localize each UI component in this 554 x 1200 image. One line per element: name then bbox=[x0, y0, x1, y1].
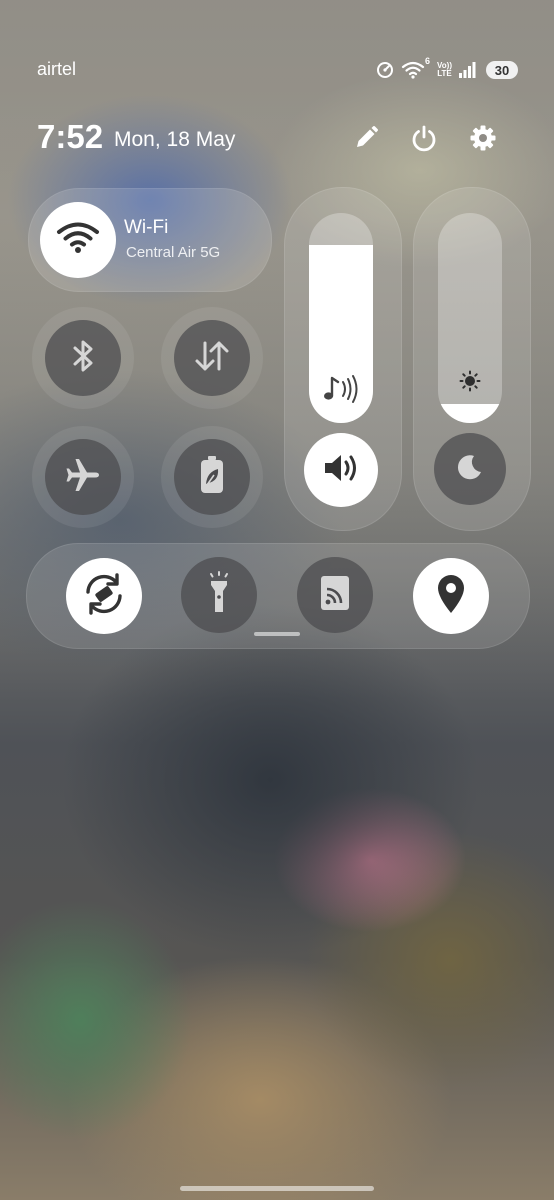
volte-icon: Vo)) LTE bbox=[437, 62, 452, 78]
battery-saver-toggle[interactable] bbox=[174, 439, 250, 515]
mobile-data-toggle[interactable] bbox=[174, 320, 250, 396]
status-bar: airtel 6 Vo)) LTE 30 bbox=[0, 56, 554, 86]
data-saver-icon bbox=[375, 60, 395, 80]
location-icon bbox=[435, 573, 467, 620]
moon-icon bbox=[454, 451, 486, 488]
brightness-slider-fill bbox=[438, 404, 502, 423]
airplane-icon bbox=[63, 455, 103, 500]
brightness-icon bbox=[459, 370, 481, 397]
wifi-icon bbox=[56, 221, 100, 260]
bluetooth-toggle[interactable] bbox=[45, 320, 121, 396]
cast-icon bbox=[318, 574, 352, 617]
panel-drag-handle[interactable] bbox=[254, 632, 300, 636]
clock-time: 7:52 bbox=[37, 118, 104, 155]
dark-mode-toggle[interactable] bbox=[434, 433, 506, 505]
battery-saver-icon bbox=[197, 454, 227, 501]
volume-slider[interactable] bbox=[309, 213, 373, 423]
flashlight-toggle[interactable] bbox=[181, 557, 257, 633]
brightness-slider[interactable] bbox=[438, 213, 502, 423]
home-indicator[interactable] bbox=[180, 1186, 374, 1191]
settings-icon[interactable] bbox=[467, 122, 499, 154]
airplane-mode-toggle[interactable] bbox=[45, 439, 121, 515]
speaker-icon bbox=[321, 451, 361, 490]
wifi-network-name: Central Air 5G bbox=[126, 244, 221, 261]
volte-bottom-label: LTE bbox=[437, 69, 452, 78]
mobile-data-icon bbox=[192, 338, 232, 379]
wifi-toggle[interactable] bbox=[40, 202, 116, 278]
flashlight-icon bbox=[204, 570, 234, 621]
signal-icon bbox=[458, 61, 476, 79]
edit-icon[interactable] bbox=[350, 122, 382, 154]
wifi-label: Wi-Fi bbox=[124, 217, 169, 238]
sound-toggle[interactable] bbox=[304, 433, 378, 507]
battery-icon: 30 bbox=[486, 61, 518, 79]
wifi-icon: 6 bbox=[401, 56, 430, 80]
auto-rotate-icon bbox=[80, 570, 128, 623]
power-icon[interactable] bbox=[408, 122, 440, 154]
location-toggle[interactable] bbox=[413, 558, 489, 634]
auto-rotate-toggle[interactable] bbox=[66, 558, 142, 634]
music-volume-icon bbox=[321, 374, 363, 409]
bluetooth-icon bbox=[66, 337, 100, 380]
wifi-generation-label: 6 bbox=[425, 56, 431, 66]
cast-toggle[interactable] bbox=[297, 557, 373, 633]
clock-date: Mon, 18 May bbox=[114, 128, 236, 151]
status-icons: 6 Vo)) LTE 30 bbox=[375, 56, 518, 82]
carrier-name: airtel bbox=[37, 59, 77, 79]
